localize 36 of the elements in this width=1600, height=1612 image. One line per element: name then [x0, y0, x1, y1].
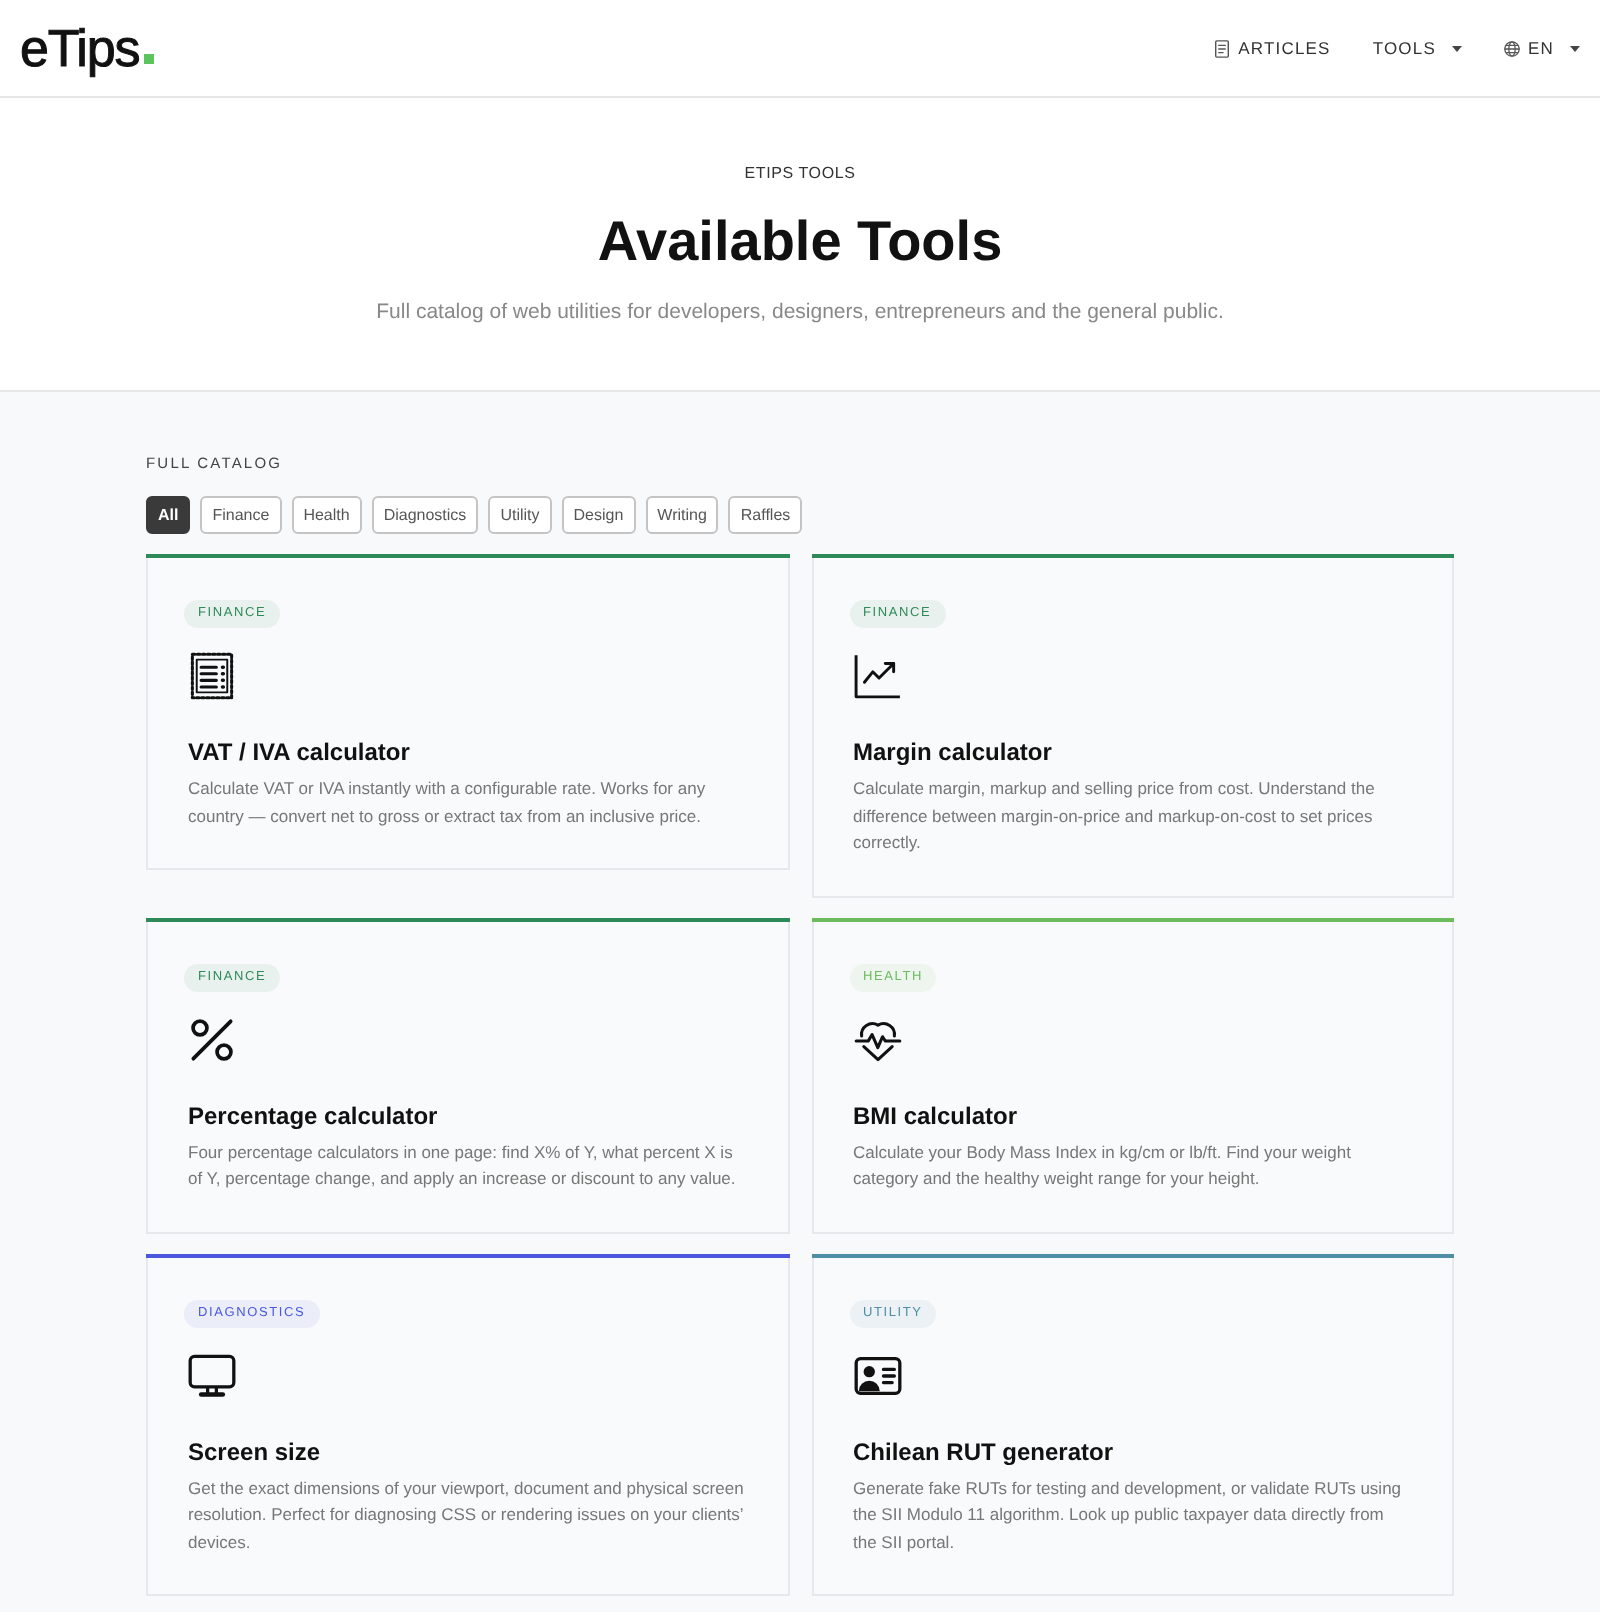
tool-description: Calculate margin, markup and selling price from cost. Understand the difference between margin-on-price and markup-on-cost to set prices correctly.: [853, 776, 1377, 856]
filter-chip[interactable]: Raffles: [728, 496, 803, 534]
page-title: Available Tools: [597, 208, 1003, 276]
receipt-icon: [188, 652, 236, 700]
language-button[interactable]: EN: [1503, 36, 1580, 60]
trend-chart-icon: [853, 652, 901, 700]
tool-title: VAT / IVA calculator: [188, 738, 412, 768]
caret-icon: [1451, 45, 1462, 51]
tool-title: Chilean RUT generator: [853, 1437, 1116, 1467]
document-icon: [1214, 39, 1231, 57]
filter-chip[interactable]: Utility: [488, 496, 552, 534]
id-card-icon: [853, 1351, 901, 1399]
filter-chip[interactable]: Health: [291, 496, 362, 534]
tool-title: Screen size: [188, 1437, 323, 1467]
filter-chip[interactable]: Writing: [645, 496, 719, 534]
monitor-icon: [188, 1351, 236, 1399]
site-logo[interactable]: eTips: [20, 18, 154, 78]
tool-description: Calculate your Body Mass Index in kg/cm or lb/ft. Find your weight category and the healthy weight range for your height.: [853, 1139, 1353, 1192]
nav-link[interactable]: ARTICLES: [1214, 36, 1331, 60]
tool-description: Four percentage calculators in one page: find X% of Y, what percent X is of Y, percentage change, and apply an increase or discount to any value.: [188, 1139, 738, 1192]
eyebrow-label: ETIPS TOOLS: [744, 164, 856, 184]
tool-title: BMI calculator: [853, 1101, 1020, 1131]
tool-title: Percentage calculator: [188, 1101, 440, 1131]
percent-icon: [188, 1015, 236, 1063]
tool-description: Get the exact dimensions of your viewport, document and physical screen resolution. Perfect for diagnosing CSS or rendering issues on your clients’ devices.: [188, 1475, 746, 1555]
tool-description: Calculate VAT or IVA instantly with a configurable rate. Works for any country — convert net to gross or extract tax from an inclusive price.: [188, 776, 708, 830]
tool-description: Generate fake RUTs for testing and development, or validate RUTs using the SII Modulo 11 algorithm. Look up public taxpayer data directly from the SII portal.: [853, 1475, 1404, 1556]
filter-chip[interactable]: Diagnostics: [371, 496, 479, 534]
globe-icon: [1503, 39, 1520, 57]
menu-button[interactable]: TOOLS: [1372, 36, 1462, 60]
page-subtitle: Full catalog of web utilities for developers, designers, entrepreneurs and the general public.: [376, 300, 1224, 326]
filter-chip[interactable]: Design: [561, 496, 636, 534]
filter-chip[interactable]: Finance: [200, 496, 282, 534]
caret-icon: [1570, 45, 1580, 51]
tool-title: Margin calculator: [853, 738, 1054, 768]
filter-chip[interactable]: All: [146, 496, 191, 534]
